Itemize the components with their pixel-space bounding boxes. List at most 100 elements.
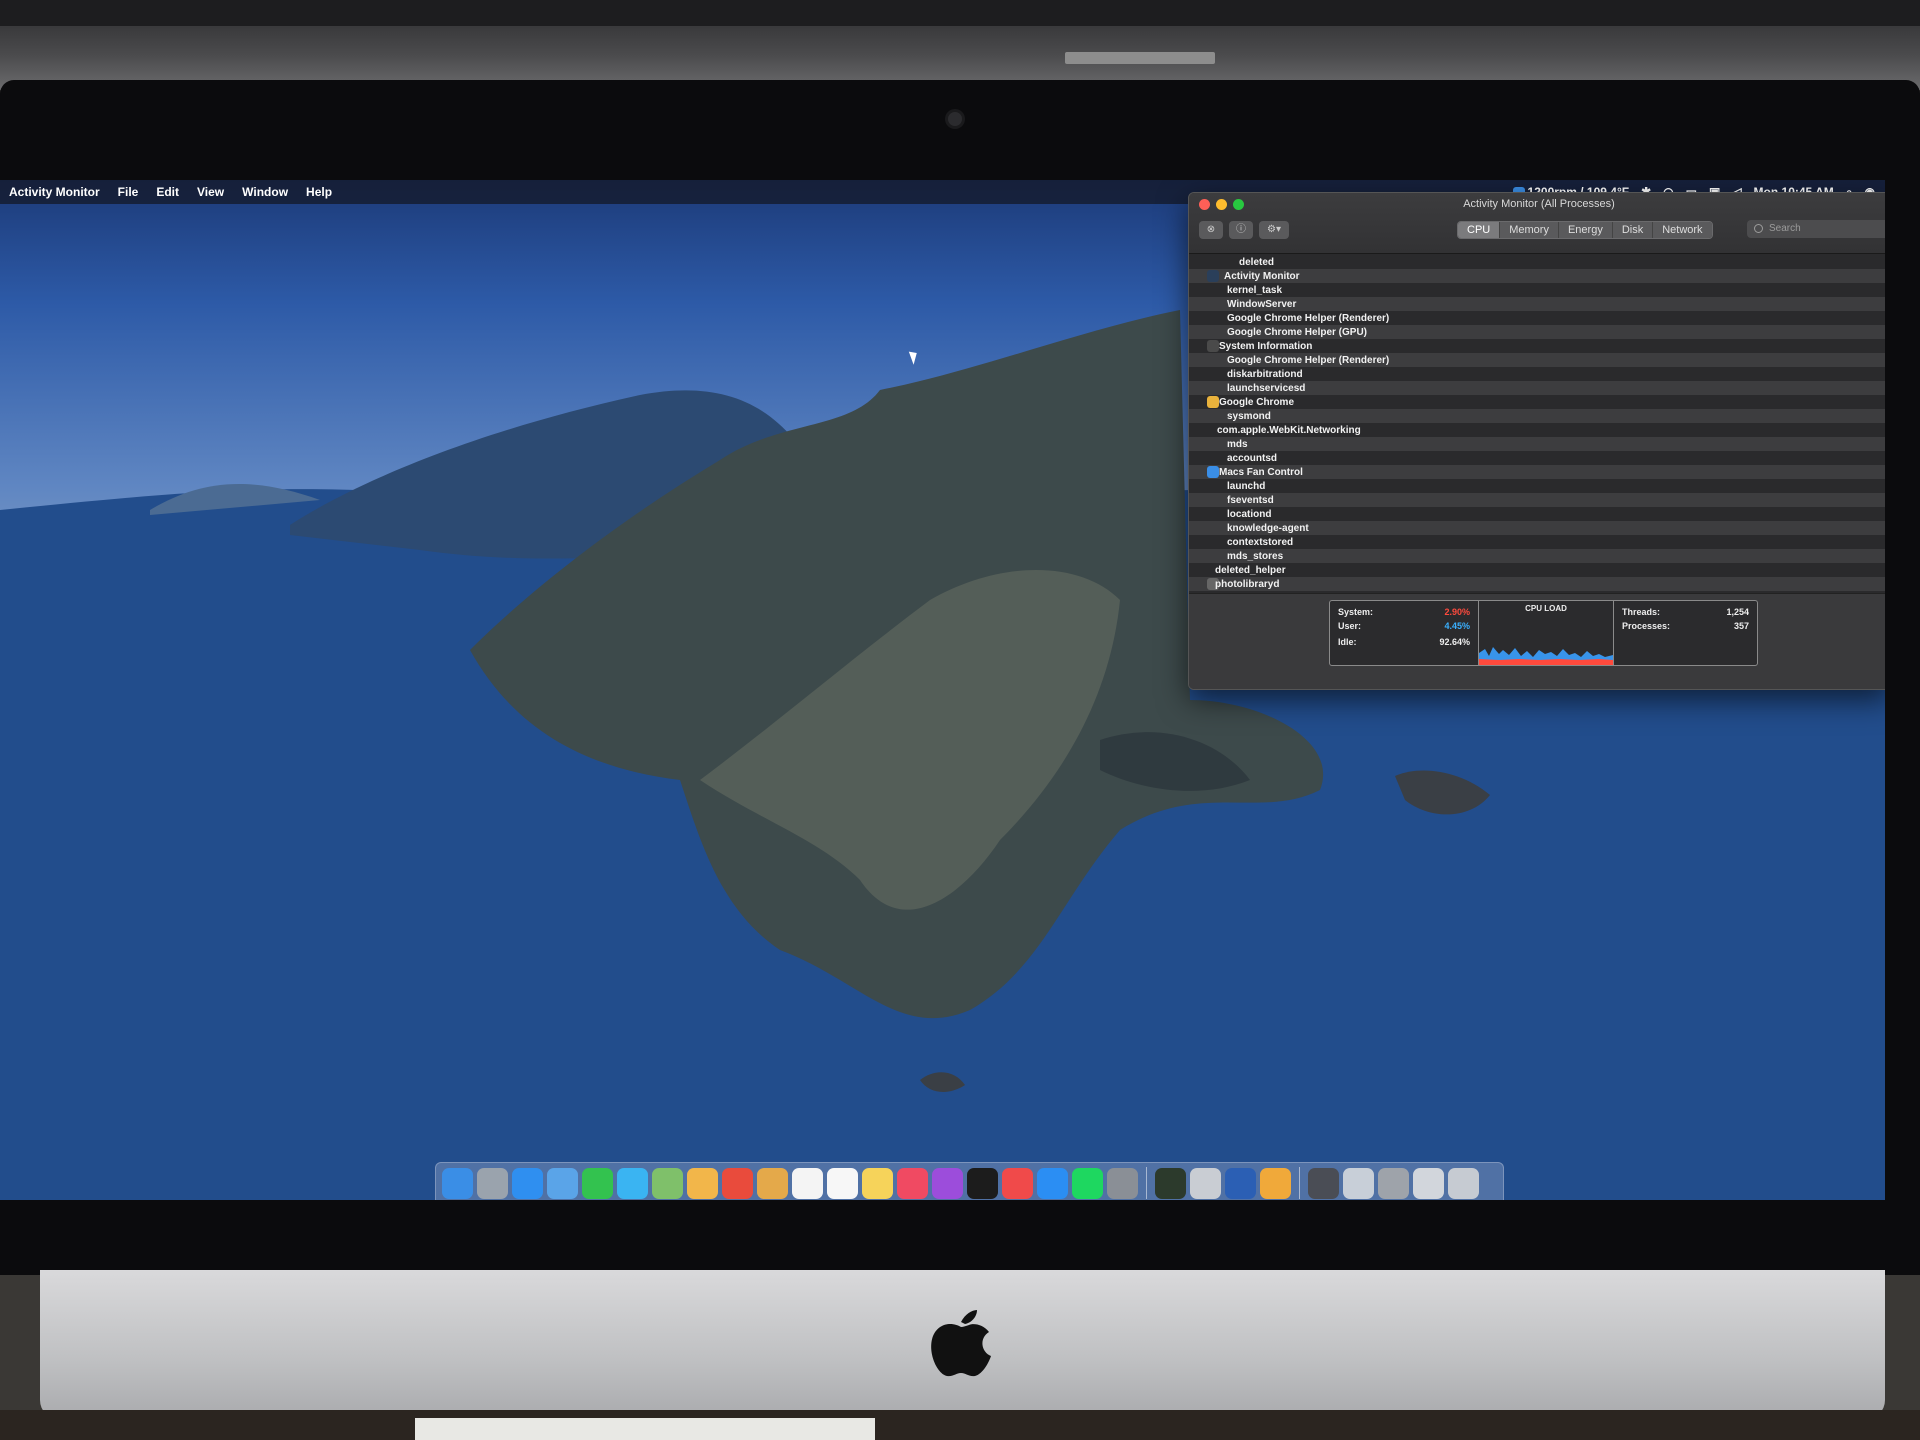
process-row[interactable]: com.apple.WebKit.Networking	[1189, 423, 1885, 437]
process-row[interactable]: sysmond	[1189, 409, 1885, 423]
trash-icon[interactable]	[1448, 1167, 1479, 1199]
tab-bar: CPU Memory Energy Disk Network	[1457, 221, 1713, 239]
process-row[interactable]: fseventsd	[1189, 493, 1885, 507]
process-row[interactable]: Google Chrome Helper (Renderer)	[1189, 311, 1885, 325]
document-stack-icon-3[interactable]	[1413, 1167, 1444, 1199]
threads-label: Threads:	[1622, 607, 1661, 617]
process-row[interactable]: contextstored	[1189, 535, 1885, 549]
process-name: WindowServer	[1227, 298, 1297, 310]
mail-icon[interactable]	[547, 1167, 578, 1199]
notes-icon[interactable]	[862, 1167, 893, 1199]
process-name: Google Chrome Helper (Renderer)	[1227, 354, 1390, 366]
system-value: 2.90%	[1444, 607, 1470, 617]
news-icon[interactable]	[1002, 1167, 1033, 1199]
paper-label	[415, 1418, 875, 1440]
cpu-usage-column: System: 2.90% User: 4.45% Idle: 92.64%	[1330, 601, 1479, 665]
process-row[interactable]: System Information	[1189, 339, 1885, 353]
activity-monitor-icon[interactable]	[1155, 1167, 1186, 1199]
menu-edit[interactable]: Edit	[147, 185, 188, 199]
process-name: deleted_helper	[1215, 564, 1286, 576]
document-stack-icon-2[interactable]	[1378, 1167, 1409, 1199]
system-preferences-icon[interactable]	[1107, 1167, 1138, 1199]
process-name: System Information	[1219, 340, 1313, 352]
dock	[435, 1162, 1504, 1200]
process-name: com.apple.WebKit.Networking	[1217, 424, 1361, 436]
process-row[interactable]: Activity Monitor	[1189, 269, 1885, 283]
background-shelf	[0, 0, 1920, 90]
process-name: mds_stores	[1227, 550, 1284, 562]
music-icon[interactable]	[897, 1167, 928, 1199]
process-name: knowledge-agent	[1227, 522, 1309, 534]
process-name: accountsd	[1227, 452, 1278, 464]
process-row[interactable]: deleted	[1189, 255, 1885, 269]
process-row[interactable]: deleted_helper	[1189, 563, 1885, 577]
user-label: User:	[1338, 621, 1362, 631]
tab-disk[interactable]: Disk	[1612, 222, 1654, 238]
tv-icon[interactable]	[967, 1167, 998, 1199]
search-field[interactable]: Search	[1747, 220, 1885, 238]
process-row[interactable]: launchd	[1189, 479, 1885, 493]
word-icon[interactable]	[1225, 1167, 1256, 1199]
process-name: Google Chrome Helper (GPU)	[1227, 326, 1368, 338]
process-row[interactable]: Google Chrome Helper (GPU)	[1189, 325, 1885, 339]
menu-window[interactable]: Window	[233, 185, 297, 199]
tab-energy[interactable]: Energy	[1558, 222, 1613, 238]
system-information-icon	[1207, 340, 1219, 352]
cpu-stats-box: System: 2.90% User: 4.45% Idle: 92.64% C…	[1329, 600, 1758, 666]
document-stack-icon[interactable]	[1343, 1167, 1374, 1199]
process-name: Google Chrome Helper (Renderer)	[1227, 312, 1390, 324]
stop-process-button[interactable]: ⊗	[1199, 221, 1223, 239]
process-row[interactable]: Google Chrome	[1189, 395, 1885, 409]
inspect-button[interactable]: ⓘ	[1229, 221, 1253, 239]
process-row[interactable]: photolibraryd	[1189, 577, 1885, 591]
process-row[interactable]: mds	[1189, 437, 1885, 451]
app-icon[interactable]	[1260, 1167, 1291, 1199]
process-name: launchd	[1227, 480, 1266, 492]
process-row[interactable]: locationd	[1189, 507, 1885, 521]
process-row[interactable]: launchservicesd	[1189, 381, 1885, 395]
cpu-load-graph: CPU LOAD	[1479, 601, 1614, 665]
action-menu-button[interactable]: ⚙▾	[1259, 221, 1289, 239]
tab-cpu[interactable]: CPU	[1458, 222, 1501, 238]
info-icon: ⓘ	[1236, 224, 1246, 235]
app-store-icon[interactable]	[1037, 1167, 1068, 1199]
tab-network[interactable]: Network	[1653, 222, 1712, 238]
dock-separator	[1299, 1167, 1300, 1199]
process-row[interactable]: WindowServer	[1189, 297, 1885, 311]
chrome-icon[interactable]	[722, 1167, 753, 1199]
finder-icon[interactable]	[442, 1167, 473, 1199]
messages-icon[interactable]	[617, 1167, 648, 1199]
facetime-icon[interactable]	[582, 1167, 613, 1199]
process-row[interactable]: accountsd	[1189, 451, 1885, 465]
reminders-icon[interactable]	[827, 1167, 858, 1199]
process-row[interactable]: Google Chrome Helper (Renderer)	[1189, 353, 1885, 367]
process-row[interactable]: knowledge-agent	[1189, 521, 1885, 535]
process-name: Macs Fan Control	[1219, 466, 1303, 478]
process-row[interactable]: diskarbitrationd	[1189, 367, 1885, 381]
launchpad-icon[interactable]	[477, 1167, 508, 1199]
process-row[interactable]: kernel_task	[1189, 283, 1885, 297]
safari-icon[interactable]	[512, 1167, 543, 1199]
photos-icon[interactable]	[687, 1167, 718, 1199]
webcam	[948, 112, 962, 126]
menu-app-name[interactable]: Activity Monitor	[0, 185, 109, 199]
process-row[interactable]: Macs Fan Control	[1189, 465, 1885, 479]
menu-help[interactable]: Help	[297, 185, 341, 199]
contacts-icon[interactable]	[757, 1167, 788, 1199]
calendar-icon[interactable]	[792, 1167, 823, 1199]
desk-surface	[0, 1410, 1920, 1440]
process-name: launchservicesd	[1227, 382, 1306, 394]
stop-icon: ⊗	[1206, 224, 1216, 235]
podcasts-icon[interactable]	[932, 1167, 963, 1199]
disk-utility-icon[interactable]	[1190, 1167, 1221, 1199]
spotify-icon[interactable]	[1072, 1167, 1103, 1199]
dock-separator	[1146, 1167, 1147, 1199]
menu-view[interactable]: View	[188, 185, 233, 199]
thread-count-column: Threads: 1,254 Processes: 357	[1614, 601, 1757, 665]
downloads-stack-icon[interactable]	[1308, 1167, 1339, 1199]
menu-file[interactable]: File	[109, 185, 148, 199]
maps-icon[interactable]	[652, 1167, 683, 1199]
search-placeholder: Search	[1769, 223, 1801, 234]
process-row[interactable]: mds_stores	[1189, 549, 1885, 563]
tab-memory[interactable]: Memory	[1500, 222, 1559, 238]
